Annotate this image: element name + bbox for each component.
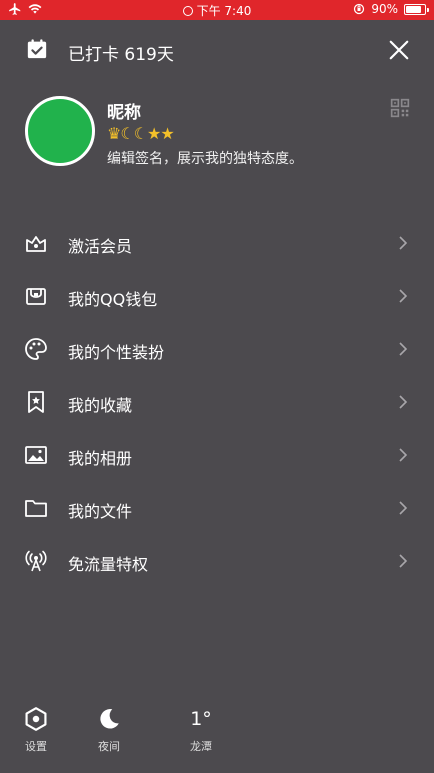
star-badge-icon: ★: [147, 124, 161, 143]
nickname[interactable]: 昵称: [107, 98, 141, 123]
weather-city: 龙潭: [190, 740, 212, 753]
bookmark-star-icon: [28, 391, 44, 413]
menu-item-label: 我的收藏: [68, 396, 133, 415]
menu-item-favorites[interactable]: 我的收藏: [0, 375, 434, 428]
drawer-bottom-bar: 设置 夜间 1° 龙潭: [0, 700, 434, 770]
chevron-right-icon: [399, 448, 408, 462]
level-badges[interactable]: ♛☾☾★★: [107, 124, 175, 143]
chevron-right-icon: [399, 342, 408, 356]
avatar[interactable]: [25, 96, 95, 166]
palette-icon: [25, 338, 47, 360]
chevron-right-icon: [399, 501, 408, 515]
battery-percent: 90%: [371, 2, 398, 16]
menu-item-label: 激活会员: [68, 237, 133, 256]
moon-badge-icon: ☾: [120, 124, 134, 143]
menu-item-album[interactable]: 我的相册: [0, 428, 434, 481]
menu-item-label: 我的QQ钱包: [68, 290, 158, 309]
status-bar: 下午 7:40 90%: [0, 0, 434, 20]
weather-temperature: 1°: [190, 708, 212, 730]
checkin-days[interactable]: 已打卡 619天: [68, 40, 174, 65]
chevron-right-icon: [399, 289, 408, 303]
chevron-right-icon: [399, 395, 408, 409]
menu-item-wallet[interactable]: 我的QQ钱包: [0, 269, 434, 322]
photo-album-icon: [25, 446, 47, 464]
moon-icon: [100, 709, 119, 729]
settings-hexagon-icon: [25, 707, 47, 731]
menu-item-files[interactable]: 我的文件: [0, 481, 434, 534]
drawer-header: 已打卡 619天: [0, 30, 434, 70]
status-time: 下午 7:40: [196, 4, 252, 18]
menu-item-label: 免流量特权: [68, 555, 149, 574]
drawer-menu: 激活会员 我的QQ钱包 我的个性装扮 我的收藏 我的相册 我的文件 免流量特权: [0, 216, 434, 587]
menu-item-free-data[interactable]: 免流量特权: [0, 534, 434, 587]
orientation-lock-icon: [354, 3, 365, 15]
night-mode-button[interactable]: 夜间: [84, 700, 134, 760]
night-label: 夜间: [98, 740, 120, 753]
menu-item-label: 我的个性装扮: [68, 343, 165, 362]
battery-icon: [404, 3, 429, 15]
folder-icon: [25, 500, 47, 517]
star-badge-icon: ★: [160, 124, 174, 143]
calendar-check-icon[interactable]: [26, 38, 48, 60]
moon-badge-icon: ☾: [133, 124, 148, 143]
weather-button[interactable]: 1° 龙潭: [176, 700, 226, 760]
profile-section: 昵称 ♛☾☾★★ 编辑签名，展示我的独特态度。: [0, 90, 434, 180]
status-right: 90%: [353, 2, 429, 16]
alarm-icon: [182, 6, 193, 16]
wallet-icon: [26, 288, 46, 305]
signature[interactable]: 编辑签名，展示我的独特态度。: [107, 148, 303, 168]
crown-badge-icon: ♛: [107, 124, 121, 143]
qr-code-icon[interactable]: [390, 98, 410, 118]
signal-tower-icon: [25, 550, 47, 572]
settings-label: 设置: [25, 740, 47, 753]
menu-item-label: 我的文件: [68, 502, 133, 521]
menu-item-label: 我的相册: [68, 449, 133, 468]
settings-button[interactable]: 设置: [11, 700, 61, 760]
chevron-right-icon: [399, 554, 408, 568]
close-icon[interactable]: [388, 39, 410, 61]
chevron-right-icon: [399, 236, 408, 250]
menu-item-personalize[interactable]: 我的个性装扮: [0, 322, 434, 375]
vip-crown-icon: [26, 236, 46, 252]
battery-fill: [406, 5, 421, 13]
menu-item-vip[interactable]: 激活会员: [0, 216, 434, 269]
